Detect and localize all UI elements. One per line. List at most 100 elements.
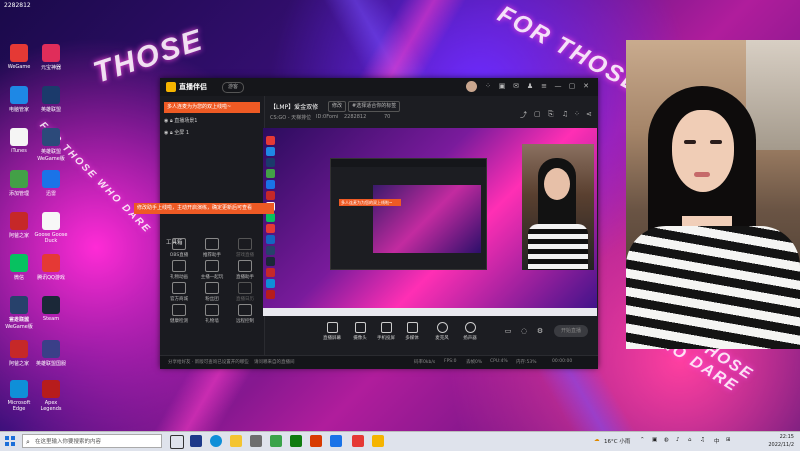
tool-item[interactable]: 远程控制 <box>230 304 260 324</box>
tool-item[interactable]: 直播日历 <box>230 282 260 302</box>
tray-icon[interactable]: ⊞ <box>726 437 731 443</box>
app-icon <box>42 170 60 188</box>
desktop-icon[interactable]: iTunes <box>2 128 36 154</box>
tool-item[interactable]: 直播助手 <box>230 260 260 280</box>
desktop-icon[interactable]: Apex Legends <box>34 380 68 412</box>
close-icon[interactable]: ✕ <box>582 82 590 90</box>
tool-item[interactable]: 主播一起玩 <box>197 260 227 280</box>
desktop-icon[interactable]: 添加管理 <box>2 170 36 197</box>
desktop-icon[interactable]: 电脑管家 <box>2 86 36 113</box>
cube-icon[interactable]: ▣ <box>498 82 506 90</box>
start-live-button[interactable]: 开始直播 <box>554 325 588 337</box>
shirt-icon[interactable]: ♟ <box>526 82 534 90</box>
tool-item[interactable]: 礼物墙 <box>197 304 227 324</box>
tool-item[interactable]: 官方商城 <box>164 282 194 302</box>
file-explorer-icon[interactable] <box>230 435 242 447</box>
desktop-icon[interactable]: 英雄联盟WeGame版 <box>34 128 68 162</box>
desktop-icon[interactable]: 英雄联盟国服 <box>34 340 68 367</box>
settings-icon[interactable]: ◌ <box>518 327 530 335</box>
game-category[interactable]: CS:GO - 天梯排位 <box>270 114 311 121</box>
eye-icon[interactable]: ◉ <box>164 118 168 124</box>
desktop-icon[interactable]: WeGame <box>2 44 36 70</box>
desktop-icon-label: 腾讯QQ游戏 <box>37 275 65 281</box>
desktop-icon[interactable]: 英雄联盟WeGame版 <box>2 296 36 330</box>
avatar[interactable] <box>466 81 477 92</box>
ime-indicator[interactable]: 中 <box>714 437 720 445</box>
desktop-icon[interactable]: 阿爸之家 <box>2 340 36 367</box>
tool-item[interactable]: 礼物动画 <box>164 260 194 280</box>
tool-item[interactable]: 游戏直播 <box>230 238 260 258</box>
windows-start-icon[interactable] <box>5 436 15 446</box>
task-view-icon[interactable] <box>170 435 184 449</box>
weather-icon[interactable]: ☁ <box>594 437 600 443</box>
live-companion-icon[interactable] <box>372 435 384 447</box>
system-clock[interactable]: 22:15 2022/11/2 <box>768 433 794 449</box>
maximize-icon[interactable]: ▢ <box>568 82 576 90</box>
tool-item[interactable]: OBS直播 <box>164 238 194 258</box>
lock-icon[interactable]: 🔒︎ <box>170 118 173 124</box>
stream-preview[interactable]: 多人连麦为为您的双上线啦~ <box>263 128 597 316</box>
title-bar[interactable]: 直播伴侣 游客 ⁘ ▣ ✉ ♟ ≡ — ▢ ✕ <box>160 78 598 96</box>
app-icon[interactable] <box>330 435 342 447</box>
settings-icon[interactable]: ≡ <box>540 82 548 90</box>
desktop-icon[interactable]: 英雄联盟 <box>34 86 68 113</box>
network-icon[interactable]: ⌂ <box>688 437 692 443</box>
desktop-icon[interactable]: 阿爸之家 <box>2 212 36 239</box>
desktop-icon[interactable]: 微信 <box>2 254 36 281</box>
share-icon[interactable]: ⋖ <box>586 110 592 118</box>
source-button[interactable]: 扬声器 <box>456 322 484 341</box>
tool-item[interactable]: 推荐助手 <box>197 238 227 258</box>
minimize-icon[interactable]: — <box>554 82 562 90</box>
edge-icon[interactable] <box>210 435 222 447</box>
desktop-icon[interactable]: 腾讯QQ游戏 <box>34 254 68 281</box>
lock-icon[interactable]: ▢ <box>534 110 541 118</box>
update-tooltip[interactable]: 修改助手上线啦，主动开启演练，确定更新后可查看 <box>134 203 274 214</box>
store-icon[interactable] <box>250 435 262 447</box>
grid-icon[interactable]: ⁘ <box>484 82 492 90</box>
desktop-icon-label: 元宝神器 <box>40 65 61 71</box>
user-badge[interactable]: 游客 <box>222 82 244 93</box>
promo-banner[interactable]: 多人连麦为为您的双上线啦~ <box>164 102 260 113</box>
share-icon[interactable]: ⤴ <box>520 110 527 120</box>
grid-icon[interactable]: ⁘ <box>574 110 580 118</box>
stream-title[interactable]: 【LMP】爱金双修 <box>270 102 318 111</box>
desktop-icon[interactable]: 迅雷 <box>34 170 68 197</box>
tool-item[interactable]: 粉丝团 <box>197 282 227 302</box>
source-button[interactable]: 摄像头 <box>346 322 374 341</box>
tool-item[interactable]: 健康检测 <box>164 304 194 324</box>
source-button[interactable]: 麦克风 <box>428 322 456 341</box>
office-icon[interactable] <box>310 435 322 447</box>
scene-item[interactable]: ◉ 🔒︎ 全屏 1 <box>164 128 189 138</box>
source-button[interactable]: 手机投屏 <box>372 322 400 341</box>
desktop-icon[interactable]: Steam <box>34 296 68 322</box>
media-icon <box>406 322 418 333</box>
copy-icon[interactable]: ⎘ <box>548 110 554 119</box>
desktop-icon[interactable]: 元宝神器 <box>34 44 68 71</box>
mail-icon[interactable]: ✉ <box>512 82 520 90</box>
scene-item[interactable]: ◉ 🔒︎ 直播场景1 <box>164 116 197 126</box>
tray-icon[interactable]: ◍ <box>664 437 669 443</box>
tray-up-icon[interactable]: ⌃ <box>640 437 645 443</box>
webcam-overlay[interactable] <box>522 144 594 270</box>
source-button[interactable]: 直播屏幕 <box>318 322 346 341</box>
app-icon[interactable] <box>270 435 282 447</box>
volume-icon[interactable]: ♫ <box>700 437 705 443</box>
tray-icon[interactable]: ♪ <box>676 437 680 443</box>
bell-icon[interactable]: ♫ <box>562 110 568 118</box>
tray-icon[interactable]: ▣ <box>652 437 657 443</box>
lock-icon[interactable]: 🔒︎ <box>170 130 173 136</box>
tag-selector[interactable]: #选择适合你的标签 <box>348 101 401 112</box>
eye-icon[interactable]: ◉ <box>164 130 168 136</box>
desktop-icon[interactable]: Microsoft Edge <box>2 380 36 412</box>
app-icon[interactable] <box>190 435 202 447</box>
nested-banner: 多人连麦为为您的双上线啦~ <box>339 199 401 206</box>
edit-title-button[interactable]: 修改 <box>328 101 347 112</box>
desktop-icon[interactable]: Goose Goose Duck <box>34 212 68 244</box>
gear-icon[interactable]: ⚙ <box>534 327 546 335</box>
video-icon[interactable]: ▭ <box>502 327 514 335</box>
app-icon[interactable] <box>352 435 364 447</box>
xbox-icon[interactable] <box>290 435 302 447</box>
source-button[interactable]: 多媒体 <box>398 322 426 341</box>
weather-label[interactable]: 16°C 小雨 <box>604 437 630 445</box>
taskbar-search-input[interactable]: ⌕ 在这里输入你要搜索的内容 <box>22 434 162 448</box>
